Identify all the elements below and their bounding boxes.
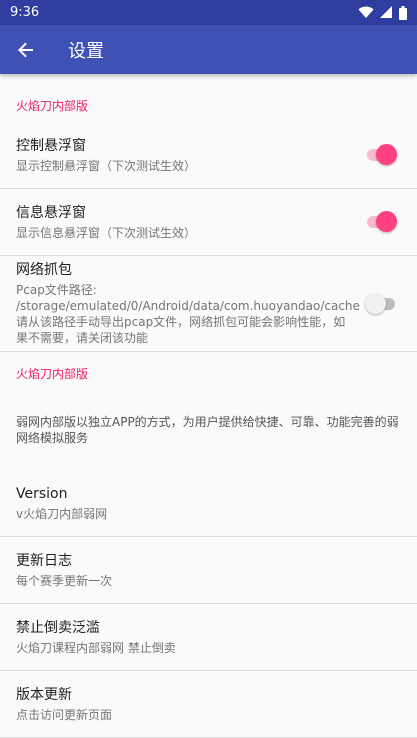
pref-title: 版本更新 [16,686,72,703]
pref-summary: Pcap文件路径: /storage/emulated/0/Android/da… [16,283,360,345]
pref-summary: 每个赛季更新一次 [16,573,113,588]
pref-update[interactable]: 版本更新 点击访问更新页面 [0,671,417,738]
back-button[interactable] [0,25,52,74]
pref-title: 更新日志 [16,552,72,569]
app-bar: 设置 [0,25,417,74]
category-header: 火焰刀内部版 [16,367,89,381]
pref-changelog[interactable]: 更新日志 每个赛季更新一次 [0,537,417,604]
pref-capture[interactable]: 网络抓包 Pcap文件路径: /storage/emulated/0/Andro… [0,256,417,352]
page-title: 设置 [68,40,104,62]
pref-summary: 火焰刀课程内部弱网 禁止倒卖 [16,640,176,655]
float-control-switch[interactable] [367,144,397,166]
pref-float-info[interactable]: 信息悬浮窗 显示信息悬浮窗（下次测试生效） [0,189,417,256]
pref-title: 禁止倒卖泛滥 [16,619,100,636]
pref-summary: 显示信息悬浮窗（下次测试生效） [16,225,197,240]
pref-summary: 显示控制悬浮窗（下次测试生效） [16,158,197,173]
pref-summary: v火焰刀内部弱网 [16,506,108,521]
wifi-icon [358,6,374,18]
about-description: 弱网内部版以独立APP的方式，为用户提供给快捷、可靠、功能完善的弱网络模拟服务 [16,415,399,445]
switch-thumb [365,292,386,314]
switch-thumb [376,144,397,165]
pref-no-resale[interactable]: 禁止倒卖泛滥 火焰刀课程内部弱网 禁止倒卖 [0,604,417,671]
settings-list: 火焰刀内部版 控制悬浮窗 显示控制悬浮窗（下次测试生效） 信息悬浮窗 显示信息悬… [0,74,417,738]
pref-title: 信息悬浮窗 [16,204,86,221]
signal-icon [380,6,392,18]
status-icons [358,5,407,20]
pref-float-control[interactable]: 控制悬浮窗 显示控制悬浮窗（下次测试生效） [0,122,417,189]
switch-thumb [376,211,397,232]
pref-title: Version [16,485,68,502]
pref-title: 网络抓包 [16,262,72,278]
status-time: 9:36 [10,5,40,20]
arrow-left-icon [18,42,33,57]
pref-title: 控制悬浮窗 [16,137,86,154]
capture-switch[interactable] [365,292,397,315]
pref-version[interactable]: Version v火焰刀内部弱网 [0,470,417,537]
category-header: 火焰刀内部版 [16,99,89,113]
battery-icon [399,5,407,20]
pref-summary: 点击访问更新页面 [16,707,113,722]
float-info-switch[interactable] [367,211,397,233]
status-bar: 9:36 [0,0,417,25]
